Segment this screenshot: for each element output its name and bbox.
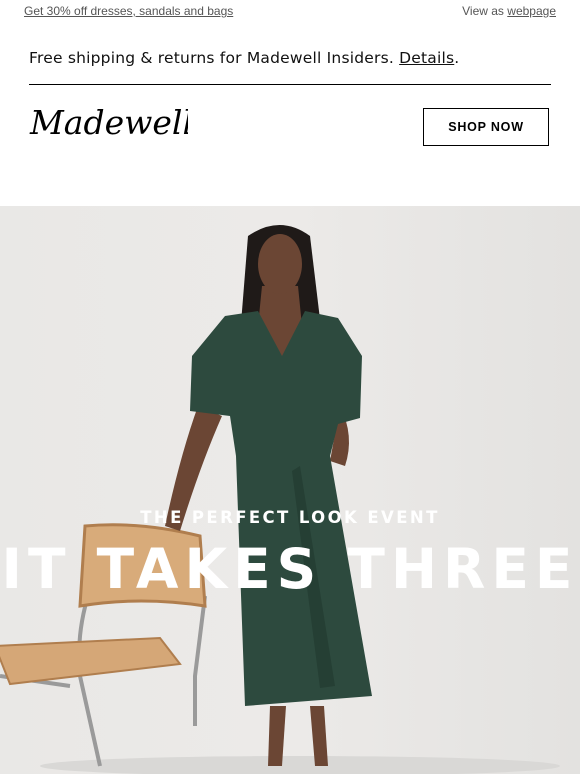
hero-illustration [0, 225, 560, 774]
preheader-bar: Get 30% off dresses, sandals and bags Vi… [0, 0, 580, 24]
details-link[interactable]: Details [399, 49, 454, 67]
logo-wordmark: Madewell [29, 104, 188, 142]
shipping-banner: Free shipping & returns for Madewell Ins… [29, 49, 551, 85]
floor-shadow [40, 756, 560, 774]
promo-link[interactable]: Get 30% off dresses, sandals and bags [24, 4, 233, 18]
hero-eyebrow: THE PERFECT LOOK EVENT [140, 508, 440, 527]
hero-image[interactable]: THE PERFECT LOOK EVENT IT TAKES THREE [0, 206, 580, 774]
divider [29, 84, 551, 85]
face [258, 234, 302, 294]
shop-now-button[interactable]: SHOP NOW [423, 108, 549, 146]
shipping-text: Free shipping & returns for Madewell Ins… [29, 49, 394, 67]
shipping-period: . [454, 49, 460, 67]
madewell-logo[interactable]: Madewell [28, 103, 193, 150]
webpage-link[interactable]: webpage [507, 4, 556, 18]
view-as-label: View as [462, 4, 504, 18]
chair-seat [0, 636, 182, 686]
view-as-webpage-link[interactable]: View as webpage [462, 4, 556, 18]
hero-headline: IT TAKES THREE [1, 537, 579, 601]
